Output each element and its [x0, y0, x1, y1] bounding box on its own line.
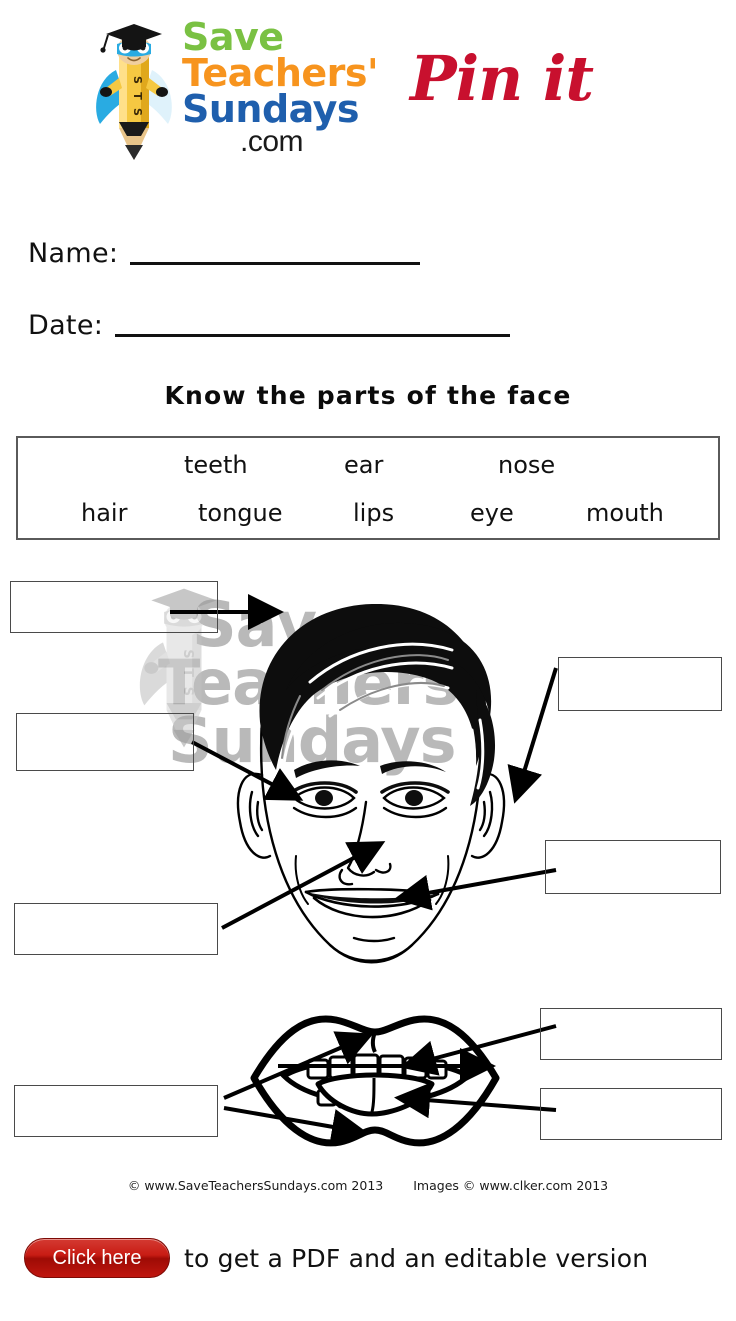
answer-box-ear[interactable] — [558, 657, 722, 711]
logo-word-sundays: Sundays — [182, 86, 360, 131]
date-write-line[interactable] — [115, 334, 511, 337]
download-cta: Click here to get a PDF and an editable … — [24, 1238, 648, 1278]
svg-text:S: S — [131, 108, 144, 116]
word-bank-item-ear[interactable]: ear — [344, 451, 383, 479]
answer-box-eye[interactable] — [16, 713, 194, 771]
date-field[interactable]: Date: — [28, 310, 511, 341]
word-bank-item-tongue[interactable]: tongue — [198, 499, 283, 527]
worksheet-page: S T S Save Teachers' Sundays .com Pin it… — [0, 0, 736, 1321]
click-here-button[interactable]: Click here — [24, 1238, 170, 1278]
logo-word-save: Save — [182, 15, 284, 59]
answer-box-teeth[interactable] — [540, 1008, 722, 1060]
word-bank: teeth ear nose hair tongue lips eye mout… — [16, 436, 720, 540]
answer-box-lips[interactable] — [14, 1085, 218, 1137]
site-logo-wordmark: Save Teachers' Sundays .com — [182, 15, 392, 158]
arrow-to-lips-lower — [223, 1106, 368, 1145]
logo-word-teachers: Teachers' — [182, 50, 379, 95]
arrow-to-tongue — [394, 1082, 557, 1119]
svg-text:S: S — [131, 76, 144, 84]
answer-box-tongue[interactable] — [540, 1088, 722, 1140]
site-logo[interactable]: S T S Save Teachers' Sundays .com — [86, 16, 386, 166]
cta-description: to get a PDF and an editable version — [184, 1243, 649, 1273]
word-bank-item-eye[interactable]: eye — [470, 499, 514, 527]
credit-images: Images © www.clker.com 2013 — [413, 1178, 609, 1193]
logo-word-com: .com — [240, 124, 304, 158]
mascot-pencil-icon: S T S — [96, 24, 172, 160]
word-bank-item-mouth[interactable]: mouth — [586, 499, 664, 527]
word-bank-item-teeth[interactable]: teeth — [184, 451, 248, 479]
word-bank-item-nose[interactable]: nose — [498, 451, 555, 479]
answer-box-mouth[interactable] — [14, 903, 218, 955]
name-field[interactable]: Name: — [28, 238, 421, 269]
answer-box-nose[interactable] — [545, 840, 721, 894]
word-bank-item-hair[interactable]: hair — [81, 499, 127, 527]
arrow-to-mouth — [221, 841, 386, 930]
word-bank-item-lips[interactable]: lips — [353, 499, 394, 527]
pin-it-button[interactable]: Pin it — [410, 42, 594, 115]
page-title: Know the parts of the face — [164, 381, 572, 410]
credits: © www.SaveTeachersSundays.com 2013 Image… — [0, 1178, 736, 1193]
arrow-to-nose — [394, 868, 557, 911]
arrow-to-eye — [191, 740, 304, 801]
arrow-to-teeth — [400, 1024, 557, 1076]
page-header: S T S Save Teachers' Sundays .com Pin it — [0, 0, 736, 185]
date-label: Date: — [28, 310, 104, 341]
name-write-line[interactable] — [130, 262, 421, 265]
answer-box-hair[interactable] — [10, 581, 218, 633]
svg-text:T: T — [131, 92, 144, 100]
arrow-to-ear — [507, 667, 558, 804]
name-label: Name: — [28, 238, 119, 269]
credit-site: © www.SaveTeachersSundays.com 2013 — [127, 1178, 384, 1193]
